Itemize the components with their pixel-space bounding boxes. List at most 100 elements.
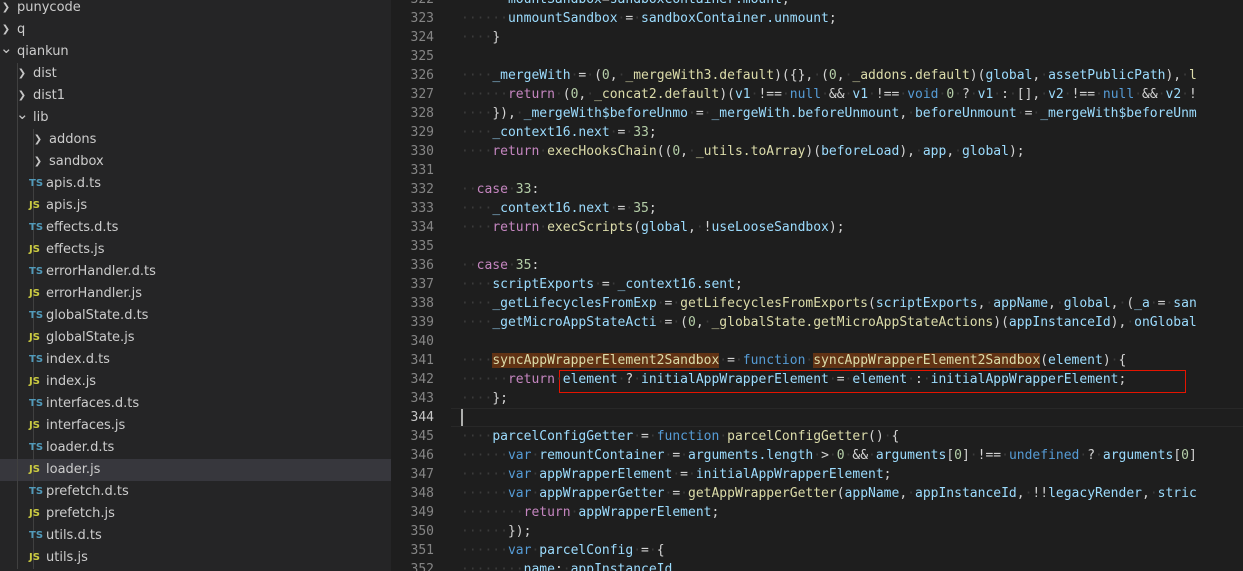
file-item[interactable]: TS errorHandler.d.ts <box>0 261 391 283</box>
code-line[interactable]: 326 ····_mergeWith·=·(0,·_mergeWith3.defa… <box>391 66 1243 85</box>
chevron-down-icon[interactable]: ⌄ <box>0 37 13 59</box>
file-item[interactable]: TS prefetch.d.ts <box>0 481 391 503</box>
file-item[interactable]: JS effects.js <box>0 239 391 261</box>
chevron-right-icon[interactable]: ❯ <box>32 151 44 173</box>
code-line[interactable]: 348 ······var·appWrapperGetter·=·getAppWr… <box>391 484 1243 503</box>
code-line[interactable]: 351 ······var·parcelConfig·=·{ <box>391 541 1243 560</box>
code-text: ········name:·appInstanceId <box>461 562 673 571</box>
code-line[interactable]: 340 <box>391 332 1243 351</box>
code-line[interactable]: 337 ····scriptExports·=·_context16.sent; <box>391 275 1243 294</box>
file-item[interactable]: TS loader.d.ts <box>0 437 391 459</box>
code-line[interactable]: 334 ····return·execScripts(global,·!useLo… <box>391 218 1243 237</box>
code-line[interactable]: 347 ······var·appWrapperElement·=·initial… <box>391 465 1243 484</box>
folder-item[interactable]: ⌄ lib <box>0 105 391 129</box>
file-label: loader.js <box>46 462 101 477</box>
code-text: ····return·execScripts(global,·!useLoose… <box>461 220 845 235</box>
file-item[interactable]: TS effects.d.ts <box>0 217 391 239</box>
code-line[interactable]: 324 ····} <box>391 28 1243 47</box>
chevron-right-icon[interactable]: ❯ <box>32 129 44 151</box>
javascript-file-icon: JS <box>29 244 40 255</box>
text-cursor <box>461 409 463 426</box>
code-line[interactable]: 335 <box>391 237 1243 256</box>
code-text: ··case·33: <box>461 182 540 197</box>
code-line[interactable]: 328 ····}),·_mergeWith$beforeUnmo·=·_merg… <box>391 104 1243 123</box>
file-label: errorHandler.js <box>46 286 142 301</box>
indent-guide <box>17 129 18 151</box>
code-editor[interactable]: 322 ······mountSandbox=sandboxContainer.m… <box>391 0 1243 571</box>
folder-label: punycode <box>17 0 81 15</box>
file-label: interfaces.js <box>46 418 126 433</box>
file-item[interactable]: TS apis.d.ts <box>0 173 391 195</box>
code-line[interactable]: 343 ····}; <box>391 389 1243 408</box>
line-number: 325 <box>410 49 434 64</box>
code-line[interactable]: 330 ····return·execHooksChain((0,·_utils.… <box>391 142 1243 161</box>
javascript-file-icon: JS <box>29 464 40 475</box>
code-line[interactable]: 349 ········return·appWrapperElement; <box>391 503 1243 522</box>
code-text: ······var·remountContainer·=·arguments.l… <box>461 448 1197 463</box>
indent-guide <box>17 239 18 261</box>
code-line[interactable]: 325 <box>391 47 1243 66</box>
code-line[interactable]: 336 ··case·35: <box>391 256 1243 275</box>
line-number: 342 <box>410 372 434 387</box>
line-number: 329 <box>410 125 434 140</box>
code-line[interactable]: 342 ······return·element·?·initialAppWrap… <box>391 370 1243 389</box>
file-item[interactable]: JS apis.js <box>0 195 391 217</box>
line-number: 349 <box>410 505 434 520</box>
line-number: 327 <box>410 87 434 102</box>
file-label: interfaces.d.ts <box>46 396 140 411</box>
code-line[interactable]: 329 ····_context16.next·=·33; <box>391 123 1243 142</box>
code-line[interactable]: 346 ······var·remountContainer·=·argument… <box>391 446 1243 465</box>
code-line[interactable]: 338 ····_getLifecyclesFromExp·=·getLifecy… <box>391 294 1243 313</box>
javascript-file-icon: JS <box>29 332 40 343</box>
folder-item[interactable]: ❯ addons <box>0 129 391 151</box>
file-item[interactable]: TS interfaces.d.ts <box>0 393 391 415</box>
code-line[interactable]: 327 ······return·(0,·_concat2.default)(v1… <box>391 85 1243 104</box>
code-line[interactable]: 323 ······unmountSandbox·=·sandboxContain… <box>391 9 1243 28</box>
file-item[interactable]: JS index.js <box>0 371 391 393</box>
code-line[interactable]: 322 ······mountSandbox=sandboxContainer.m… <box>391 0 1243 9</box>
chevron-right-icon[interactable]: ❯ <box>0 0 12 19</box>
file-item[interactable]: JS errorHandler.js <box>0 283 391 305</box>
folder-item[interactable]: ❯ dist1 <box>0 85 391 107</box>
code-text: ······var·appWrapperElement·=·initialApp… <box>461 467 892 482</box>
file-item[interactable]: JS prefetch.js <box>0 503 391 525</box>
chevron-down-icon[interactable]: ⌄ <box>16 103 29 125</box>
indent-guide <box>17 503 18 525</box>
line-number: 351 <box>410 543 434 558</box>
folder-item[interactable]: ⌄ qiankun <box>0 39 391 63</box>
file-item[interactable]: JS utils.js <box>0 547 391 569</box>
file-item[interactable]: JS globalState.js <box>0 327 391 349</box>
code-line[interactable]: 333 ····_context16.next·=·35; <box>391 199 1243 218</box>
file-label: effects.d.ts <box>46 220 119 235</box>
folder-item[interactable]: ❯ q <box>0 19 391 41</box>
indent-guide <box>17 151 18 173</box>
line-number: 334 <box>410 220 434 235</box>
javascript-file-icon: JS <box>29 288 40 299</box>
folder-label: sandbox <box>49 154 104 169</box>
code-line[interactable]: 331 <box>391 161 1243 180</box>
code-text: ······mountSandbox=sandboxContainer.moun… <box>461 0 790 9</box>
code-line[interactable]: 332 ··case·33: <box>391 180 1243 199</box>
code-line[interactable]: 352 ········name:·appInstanceId <box>391 560 1243 571</box>
code-line[interactable]: 345 ····parcelConfigGetter·=·function·par… <box>391 427 1243 446</box>
file-label: errorHandler.d.ts <box>46 264 156 279</box>
chevron-right-icon[interactable]: ❯ <box>16 63 28 85</box>
line-number: 347 <box>410 467 434 482</box>
code-line[interactable]: 344 <box>391 408 1243 427</box>
folder-label: q <box>17 22 26 37</box>
line-number: 333 <box>410 201 434 216</box>
file-label: index.js <box>46 374 97 389</box>
file-item[interactable]: TS index.d.ts <box>0 349 391 371</box>
code-line[interactable]: 339 ····_getMicroAppStateActi·=·(0,·_glob… <box>391 313 1243 332</box>
file-item[interactable]: TS utils.d.ts <box>0 525 391 547</box>
folder-item[interactable]: ❯ dist <box>0 63 391 85</box>
file-item[interactable]: JS interfaces.js <box>0 415 391 437</box>
code-line[interactable]: 341 ····syncAppWrapperElement2Sandbox·=·f… <box>391 351 1243 370</box>
typescript-file-icon: TS <box>29 486 44 497</box>
file-item[interactable]: JS loader.js <box>0 459 391 481</box>
indent-guide <box>17 283 18 305</box>
code-line[interactable]: 350 ······}); <box>391 522 1243 541</box>
folder-item[interactable]: ❯ punycode <box>0 0 391 19</box>
file-item[interactable]: TS globalState.d.ts <box>0 305 391 327</box>
folder-item[interactable]: ❯ sandbox <box>0 151 391 173</box>
